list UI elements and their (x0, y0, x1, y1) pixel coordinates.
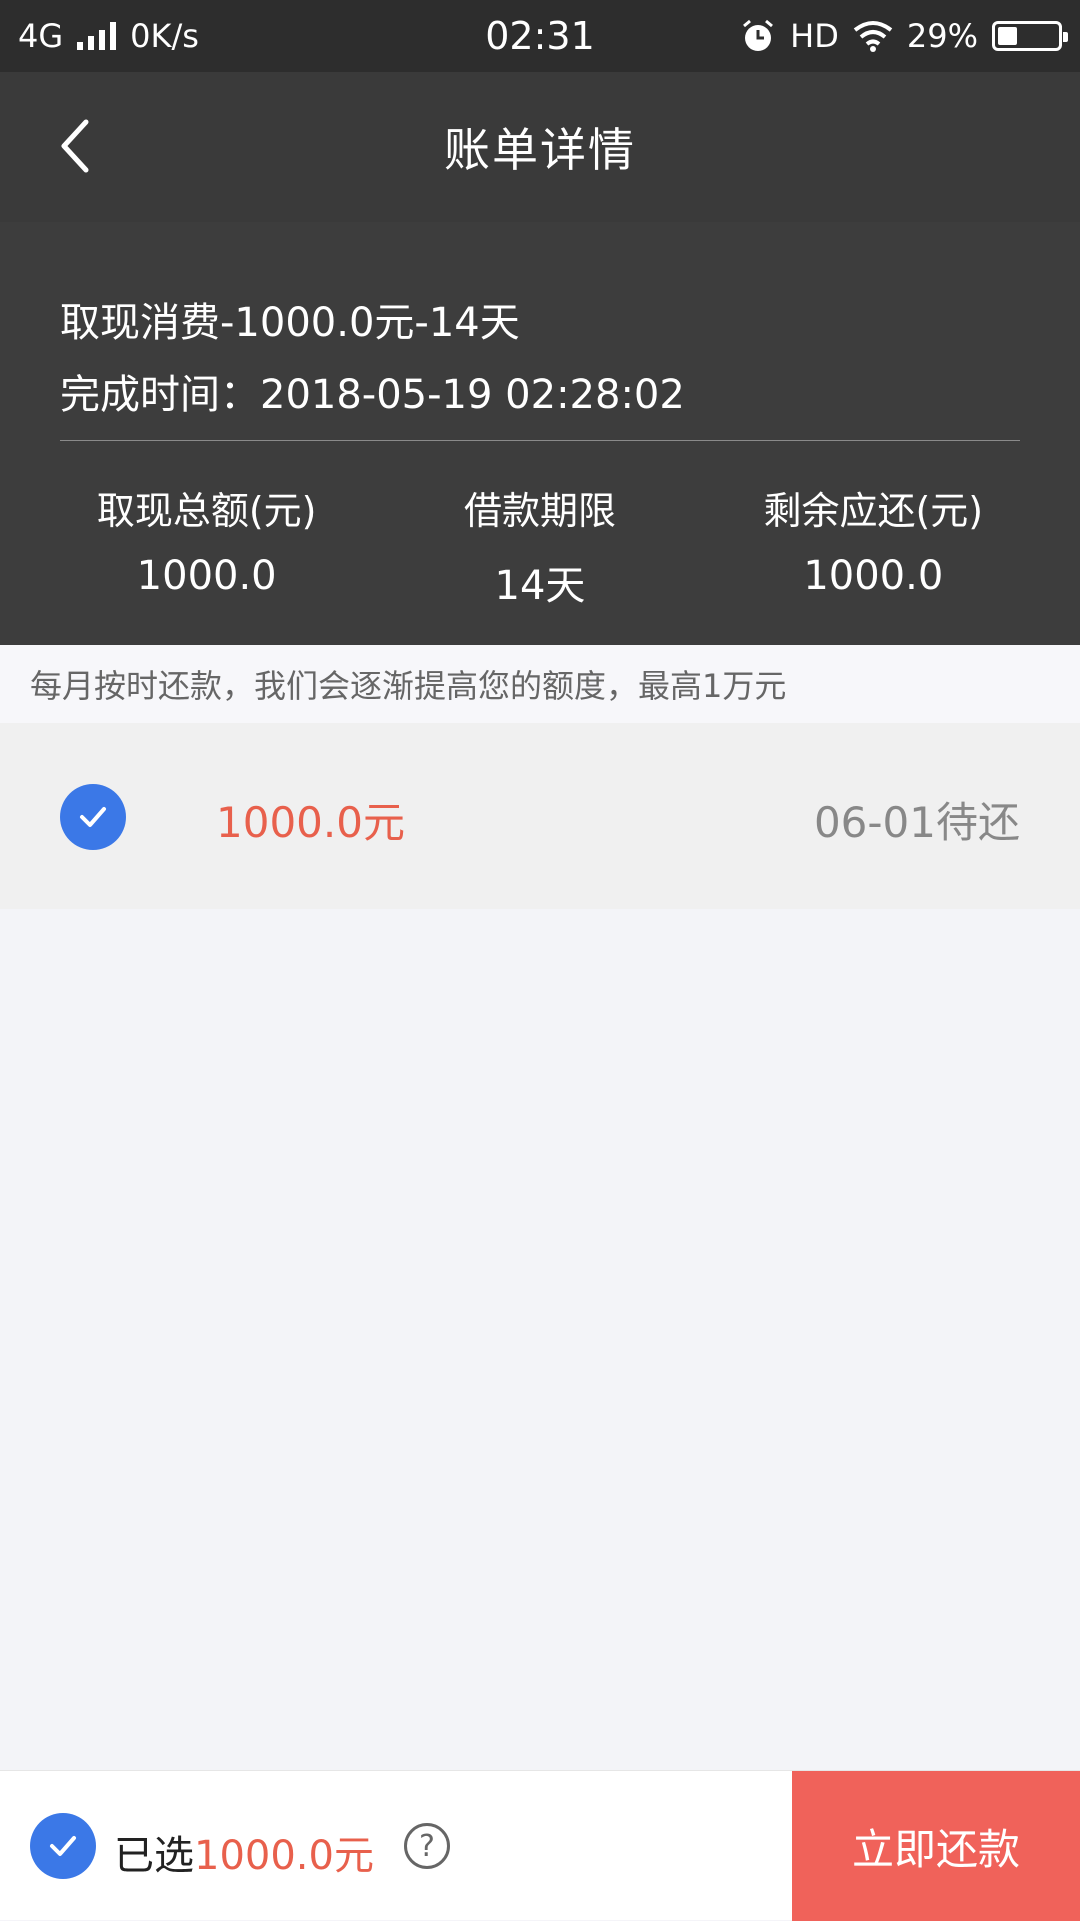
bill-description: 取现消费-1000.0元-14天 (60, 300, 520, 346)
stat-total-amount: 取现总额(元) 1000.0 (0, 480, 373, 611)
battery-icon (992, 21, 1068, 51)
battery-fill (998, 27, 1017, 45)
selected-prefix: 已选 (114, 1833, 194, 1879)
signal-icon (77, 22, 117, 50)
stat-label: 借款期限 (463, 489, 616, 533)
help-icon[interactable]: ? (404, 1823, 450, 1869)
stat-value: 1000.0 (136, 553, 277, 599)
checkmark-icon[interactable] (60, 784, 126, 850)
bill-due-status: 06-01待还 (813, 798, 1020, 847)
battery-percent: 29% (906, 17, 978, 55)
alarm-icon (743, 19, 774, 51)
network-speed: 0K/s (130, 17, 199, 55)
select-all-checkmark-icon[interactable] (30, 1813, 96, 1879)
chevron-left-icon[interactable] (48, 116, 108, 176)
selected-summary: 已选1000.0元 (114, 1823, 374, 1881)
nav-bar: 账单详情 (0, 72, 1080, 222)
empty-content-area (0, 909, 1080, 1770)
stat-value: 14天 (494, 563, 586, 609)
summary-stats: 取现总额(元) 1000.0 借款期限 14天 剩余应还(元) 1000.0 (0, 480, 1080, 611)
stat-label: 剩余应还(元) (763, 489, 984, 533)
selected-amount: 1000.0元 (194, 1833, 374, 1879)
bill-summary: 取现消费-1000.0元-14天 完成时间：2018-05-19 02:28:0… (0, 222, 1080, 645)
network-type: 4G (18, 17, 64, 55)
wifi-icon (853, 21, 893, 52)
status-right: HD 29% (740, 17, 1068, 55)
stat-value: 1000.0 (803, 553, 944, 599)
bill-amount: 1000.0元 (216, 798, 405, 847)
bottom-bar: 已选1000.0元 ? 立即还款 (0, 1770, 1080, 1921)
stat-loan-term: 借款期限 14天 (373, 480, 706, 611)
hd-indicator: HD (790, 17, 839, 55)
completion-time: 完成时间：2018-05-19 02:28:02 (60, 372, 685, 418)
summary-divider (60, 440, 1020, 441)
status-left: 4G 0K/s (18, 17, 199, 55)
stat-remaining-due: 剩余应还(元) 1000.0 (707, 480, 1080, 611)
page-title: 账单详情 (444, 123, 636, 177)
stat-label: 取现总额(元) (96, 489, 317, 533)
repay-now-button[interactable]: 立即还款 (792, 1771, 1080, 1921)
bill-list-item[interactable]: 1000.0元 06-01待还 (0, 723, 1080, 909)
repayment-tip: 每月按时还款，我们会逐渐提高您的额度，最高1万元 (0, 645, 1080, 723)
status-bar: 4G 0K/s 02:31 HD 29% (0, 0, 1080, 72)
